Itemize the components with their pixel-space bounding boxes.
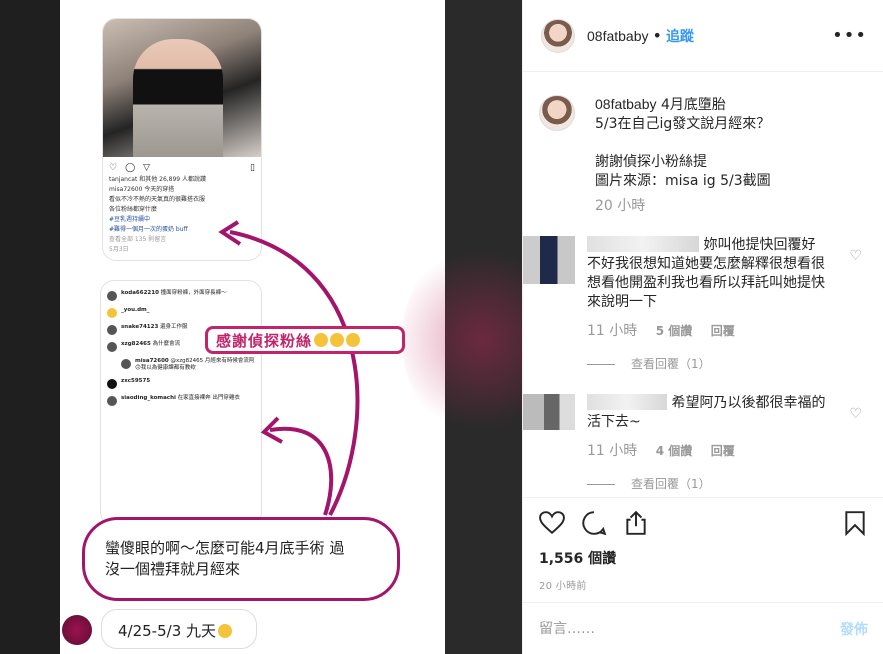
comment-likes[interactable]: 4 個讚 xyxy=(656,444,693,458)
reply-button[interactable]: 回覆 xyxy=(711,444,735,458)
comment-bubble-icon[interactable] xyxy=(581,510,607,536)
username-link[interactable]: 08fatbaby xyxy=(587,28,649,44)
avatar[interactable] xyxy=(539,95,575,131)
share-icon[interactable] xyxy=(623,510,649,536)
caption-line: 謝謝偵探小粉絲提 xyxy=(595,154,707,170)
caption-time[interactable]: 20 小時 xyxy=(595,197,771,216)
caption-username[interactable]: 08fatbaby xyxy=(595,96,657,112)
blurred-username[interactable] xyxy=(587,236,699,252)
avatar[interactable] xyxy=(523,236,575,284)
add-comment-bar: 發佈 xyxy=(523,602,883,654)
heart-icon[interactable]: ♡ xyxy=(849,406,862,422)
caption-line: 5/3在自己ig發文說月經來？ xyxy=(595,116,771,132)
comment-likes[interactable]: 5 個讚 xyxy=(656,324,693,338)
post-modal: ♡ ◯ ▽ ▯ tanjancat 和其他 26,899 人都說讚 misa72… xyxy=(0,0,883,654)
caption-line: 圖片來源：misa ig 5/3截圖 xyxy=(595,173,771,189)
avatar xyxy=(62,615,92,645)
view-replies-button[interactable]: 查看回覆（1） xyxy=(587,355,827,374)
comment-input[interactable] xyxy=(539,620,819,637)
post-timestamp: 20 小時前 xyxy=(539,581,587,592)
reply-button[interactable]: 回覆 xyxy=(711,324,735,338)
blurred-username[interactable] xyxy=(587,394,667,410)
follow-button[interactable]: 追蹤 xyxy=(666,26,694,46)
avatar[interactable] xyxy=(541,18,575,53)
post-sidebar: 08fatbaby • 追蹤 ••• 08fatbaby 4月底墮胎 5/3在自… xyxy=(522,0,883,654)
bookmark-icon[interactable] xyxy=(842,510,868,536)
post-header: 08fatbaby • 追蹤 ••• xyxy=(523,0,883,72)
like-heart-icon[interactable] xyxy=(539,510,565,536)
comment-item: 妳叫他提快回覆好不好我很想知道她要怎麼解釋很想看很想看他開盈利我也看所以拜託叫她… xyxy=(523,216,883,374)
avatar[interactable] xyxy=(523,394,575,430)
banner-thanks: 感謝偵探粉絲 xyxy=(205,326,405,354)
comments-scroll[interactable]: 08fatbaby 4月底墮胎 5/3在自己ig發文說月經來？ 謝謝偵探小粉絲提… xyxy=(523,73,883,497)
comment-item: 希望阿乃以後都很幸福的活下去~ 11 小時 4 個讚 回覆 查看回覆（1） ♡ xyxy=(523,374,883,494)
date-range-bubble: 4/25-5/3 九天 xyxy=(101,609,257,649)
comment-time[interactable]: 11 小時 xyxy=(587,323,637,339)
post-image: ♡ ◯ ▽ ▯ tanjancat 和其他 26,899 人都說讚 misa72… xyxy=(0,0,522,654)
post-comment-button[interactable]: 發佈 xyxy=(840,619,868,639)
heart-icon[interactable]: ♡ xyxy=(849,248,862,264)
view-replies-button[interactable]: 查看回覆（1） xyxy=(587,475,827,494)
post-caption: 08fatbaby 4月底墮胎 5/3在自己ig發文說月經來？ 謝謝偵探小粉絲提… xyxy=(523,73,883,216)
image-caption-bubble: 蠻傻眼的啊～怎麼可能4月底手術 過 沒一個禮拜就月經來 xyxy=(82,517,400,601)
likes-count[interactable]: 1,556 個讚 xyxy=(539,548,868,568)
comment-time[interactable]: 11 小時 xyxy=(587,443,637,459)
action-bar: 1,556 個讚 20 小時前 xyxy=(523,497,883,592)
more-options-icon[interactable]: ••• xyxy=(832,25,867,46)
separator: • xyxy=(652,26,662,45)
caption-title: 4月底墮胎 xyxy=(660,97,726,113)
